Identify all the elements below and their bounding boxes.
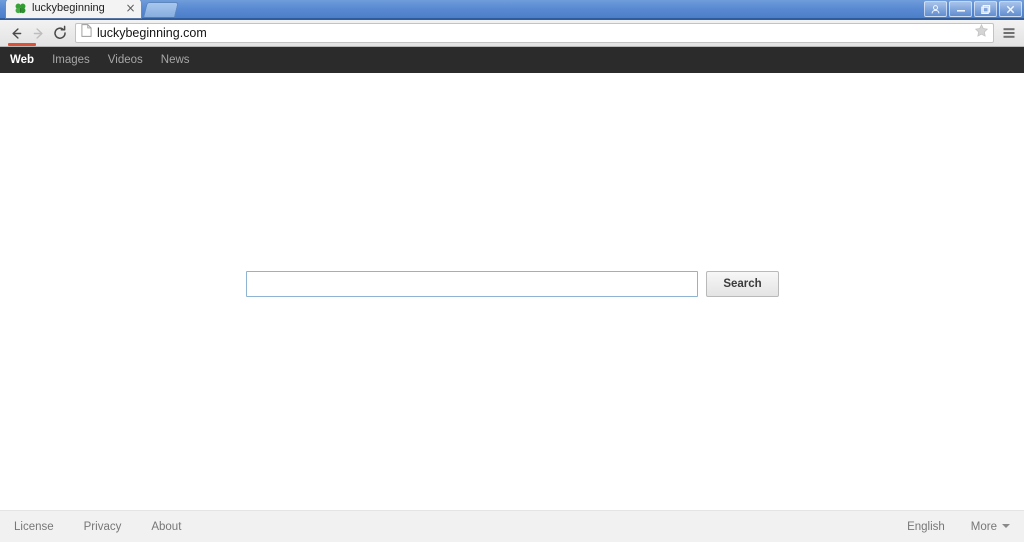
page-content: Web Images Videos News Search License Pr… [0,43,1024,542]
browser-tab[interactable]: luckybeginning × [6,0,141,18]
address-bar-url[interactable]: luckybeginning.com [97,24,974,42]
nav-item-web[interactable]: Web [7,43,37,73]
footer-link-more[interactable]: More [971,521,1010,533]
search-button[interactable]: Search [706,271,779,297]
footer-left-links: License Privacy About [14,521,211,533]
footer-link-license[interactable]: License [14,521,54,533]
chevron-down-icon [1002,524,1010,529]
clover-icon [14,2,27,15]
browser-toolbar: luckybeginning.com [0,20,1024,47]
search-row: Search [246,271,779,297]
site-footer: License Privacy About English More [0,510,1024,542]
nav-item-videos[interactable]: Videos [108,47,143,73]
tab-title: luckybeginning [32,2,105,14]
footer-link-privacy[interactable]: Privacy [84,521,122,533]
tab-strip: luckybeginning × [0,0,179,18]
forward-arrow-icon [27,22,49,44]
browser-title-bar: luckybeginning × [0,0,1024,20]
reload-icon[interactable] [49,22,71,44]
hamburger-menu-icon[interactable] [999,22,1019,44]
footer-right-links: English More [881,521,1010,533]
user-account-button[interactable] [924,1,947,17]
address-bar[interactable]: luckybeginning.com [75,23,994,43]
site-navigation: Web Images Videos News [0,43,1024,73]
tab-close-icon[interactable]: × [124,2,137,15]
window-controls [924,1,1022,17]
back-arrow-icon[interactable] [5,22,27,44]
minimize-button[interactable] [949,1,972,17]
page-icon [81,24,92,42]
browser-window: luckybeginning × luckybeginning.com Web … [0,0,1024,542]
footer-link-english[interactable]: English [907,521,945,533]
maximize-button[interactable] [974,1,997,17]
star-icon[interactable] [974,23,989,43]
footer-link-about[interactable]: About [151,521,181,533]
nav-item-images[interactable]: Images [52,47,90,73]
search-area: Search [0,73,1024,510]
close-button[interactable] [999,1,1022,17]
search-input[interactable] [246,271,698,297]
footer-more-label: More [970,520,997,533]
nav-item-news[interactable]: News [161,47,190,73]
new-tab-icon[interactable] [143,2,179,17]
